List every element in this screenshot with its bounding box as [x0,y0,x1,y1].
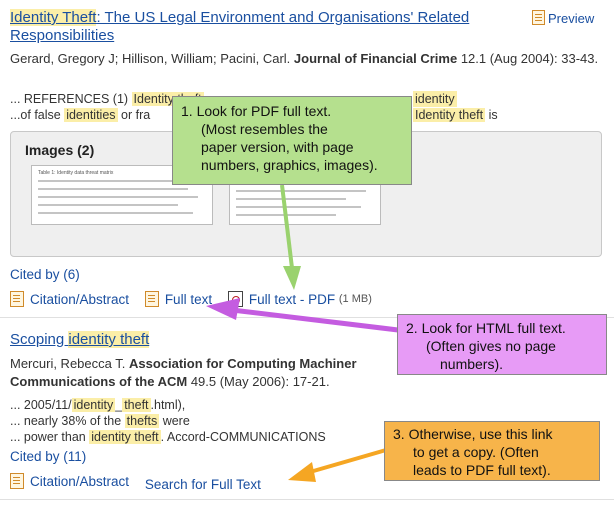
callout-text: numbers). [440,356,504,372]
arrow-3-line [309,448,387,474]
callout-text: (Often gives no page [426,338,556,354]
arrow-1-head [283,266,301,290]
callout-html-full-text: 2. Look for HTML full text. (Often gives… [397,314,607,375]
callout-search-full-text: 3. Otherwise, use this link to get a cop… [384,421,600,481]
callout-text: to get a copy. (Often [413,444,539,460]
callout-text: numbers, graphics, images). [201,157,378,173]
arrow-1-line [280,184,294,269]
callout-text: (Most resembles the [201,121,328,137]
callout-text: paper version, with page [201,139,354,155]
callout-text: leads to PDF full text). [413,462,551,478]
arrow-2-line [231,307,399,333]
callout-pdf-full-text: 1. Look for PDF full text. (Most resembl… [172,96,412,185]
arrow-3-head [288,462,316,482]
callout-text: 2. Look for HTML full text. [406,320,566,336]
callout-text: 3. Otherwise, use this link [393,426,553,442]
callout-text: 1. Look for PDF full text. [181,103,332,119]
arrow-2-head [206,298,240,320]
